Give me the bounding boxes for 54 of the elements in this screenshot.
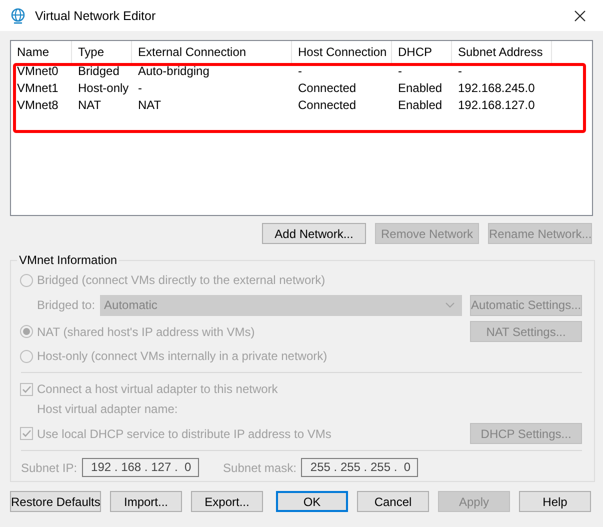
column-header[interactable]: Host Connection	[292, 41, 392, 63]
table-cell[interactable]: VMnet1	[11, 80, 72, 97]
column-header[interactable]: DHCP	[392, 41, 452, 63]
ip-field[interactable]: 192 . 168 . 127 . 0	[82, 458, 200, 477]
button[interactable]: Restore Defaults	[10, 491, 101, 512]
button[interactable]: Cancel	[357, 491, 429, 512]
table-cell-text: -	[137, 80, 143, 97]
button: DHCP Settings...	[470, 423, 582, 444]
table-cell-text: -	[397, 63, 403, 80]
field-label: Subnet mask:	[223, 460, 296, 474]
button: Automatic Settings...	[470, 294, 582, 316]
dropdown: Automatic	[100, 294, 462, 316]
button[interactable]: Import...	[110, 491, 182, 512]
table-cell-text: Enabled	[397, 80, 444, 97]
column-header[interactable]: Name	[11, 41, 72, 63]
button: NAT Settings...	[470, 321, 582, 342]
button[interactable]: Help	[519, 491, 591, 512]
table-cell-text: 192.168.127.0	[457, 97, 536, 114]
table-cell-text: Bridged	[77, 63, 120, 80]
field-label: Subnet IP:	[21, 460, 78, 474]
field-label: Bridged to:	[37, 298, 96, 312]
window-title: Virtual Network Editor	[35, 8, 157, 22]
table-cell-text: 192.168.245.0	[457, 80, 536, 97]
globe-icon	[10, 8, 26, 24]
table-cell-text: NAT	[77, 97, 102, 114]
table-cell-text: Auto-bridging	[137, 63, 210, 80]
table-cell[interactable]: VMnet0	[11, 63, 72, 80]
button[interactable]: Add Network...	[262, 223, 366, 244]
column-header[interactable]: Type	[72, 41, 132, 63]
table-cell-text: NAT	[137, 97, 162, 114]
chevron-down-icon	[445, 302, 456, 308]
radio-label: Bridged (connect VMs directly to the external network)	[37, 273, 326, 287]
radio-label: NAT (shared host's IP address with VMs)	[37, 324, 255, 338]
table-cell-text: Host-only	[77, 80, 130, 97]
button: Remove Network	[375, 223, 479, 244]
field-label: Host virtual adapter name:	[37, 401, 179, 418]
table-cell-text: Connected	[297, 80, 358, 97]
ip-field[interactable]: 255 . 255 . 255 . 0	[301, 458, 418, 477]
button[interactable]: OK	[276, 491, 348, 512]
column-header[interactable]: External Connection	[132, 41, 292, 63]
checkbox-label: Connect a host virtual adapter to this network	[37, 382, 278, 396]
column-header[interactable]: Subnet Address	[452, 41, 552, 63]
table-cell-text: -	[457, 63, 463, 80]
button: Rename Network...	[488, 223, 592, 244]
button: Apply	[438, 491, 510, 512]
radio-label: Host-only (connect VMs internally in a private network)	[37, 349, 328, 363]
table-cell[interactable]: VMnet8	[11, 97, 72, 114]
table-cell-text: -	[297, 63, 303, 80]
table-cell-text: Enabled	[397, 97, 444, 114]
table-cell-text: Connected	[297, 97, 358, 114]
checkbox-label: Use local DHCP service to distribute IP address to VMs	[37, 426, 332, 440]
group-title: VMnet Information	[18, 253, 118, 267]
close-icon	[574, 10, 586, 22]
button[interactable]: Export...	[191, 491, 263, 512]
